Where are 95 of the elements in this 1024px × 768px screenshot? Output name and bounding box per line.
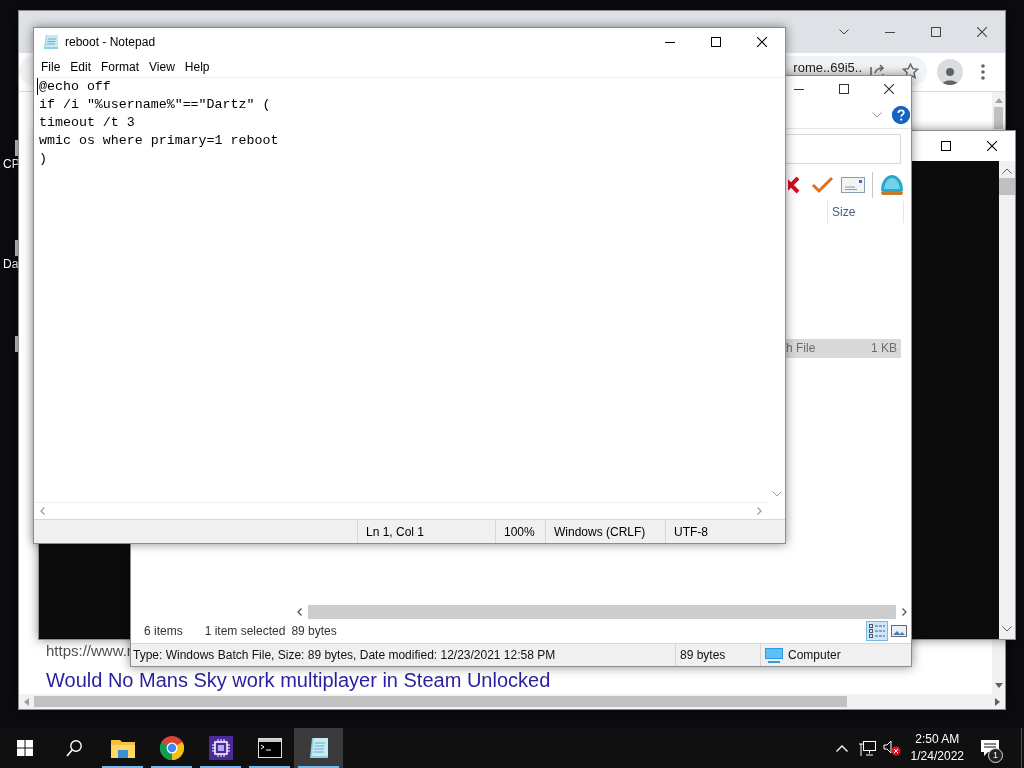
network-icon <box>858 740 876 756</box>
code-line: wmic os where primary=1 reboot <box>39 132 279 150</box>
chevron-right-icon <box>757 507 762 515</box>
chevron-right-icon <box>902 608 907 616</box>
clock-time: 2:50 AM <box>914 731 961 748</box>
shell-icon <box>880 173 904 197</box>
window-title: reboot - Notepad <box>65 35 157 49</box>
notifications-button[interactable]: 1 <box>972 728 1008 768</box>
help-button[interactable] <box>892 106 910 124</box>
chevron-up-icon <box>1002 168 1012 174</box>
browser-icon <box>159 736 184 760</box>
expand-button[interactable] <box>872 112 882 118</box>
close-icon <box>987 141 997 151</box>
list-icon <box>869 624 885 638</box>
text-cursor <box>37 78 38 95</box>
close-icon <box>883 84 894 94</box>
cursor-position: Ln 1, Col 1 <box>366 524 425 539</box>
vertical-scrollbar[interactable] <box>992 92 1005 130</box>
maximize-icon <box>711 37 721 47</box>
details-view-button[interactable] <box>866 621 888 641</box>
zoom-level: 100% <box>504 524 535 539</box>
chevron-left-icon <box>40 507 45 515</box>
chevron-down-icon <box>771 491 782 497</box>
scrollbar-thumb[interactable] <box>34 696 847 707</box>
chevron-down-icon <box>1002 626 1012 632</box>
minimize-icon <box>885 31 895 33</box>
file-size: 1 KB <box>870 340 898 357</box>
maximize-icon <box>838 84 849 94</box>
chevron-down-icon <box>872 112 882 118</box>
person-icon <box>942 67 958 85</box>
selection-size: 89 bytes <box>291 624 337 638</box>
code-line: if /i "%username%"=="Dartz" ( <box>39 96 271 114</box>
selection-count: 1 item selected <box>204 624 286 638</box>
envelope-icon <box>841 177 865 193</box>
vertical-scrollbar[interactable] <box>999 161 1015 639</box>
code-line: timeout /t 3 <box>39 114 135 132</box>
code-line: @echo off <box>39 78 111 96</box>
more-icon <box>981 64 985 80</box>
code-line: ) <box>39 150 47 168</box>
text-area[interactable]: @echo off if /i "%username%"=="Dartz" ( timeout /t 3 wmic os where primary=1 reboot ) <box>34 78 768 168</box>
profile-button[interactable] <box>937 59 963 85</box>
minimize-icon <box>665 41 675 43</box>
horizontal-scrollbar[interactable] <box>34 502 768 519</box>
menu-item[interactable]: Format <box>96 57 145 76</box>
zone-text: Computer <box>788 648 841 662</box>
clock-date: 1/24/2022 <box>910 748 964 765</box>
scroll-down-button[interactable] <box>992 639 1005 694</box>
result-url: https://www.r <box>46 641 132 661</box>
menu-item[interactable]: File <box>36 57 66 76</box>
encoding: UTF-8 <box>674 524 708 539</box>
notification-count: 1 <box>988 748 1003 763</box>
clock[interactable]: 2:50 AM 1/24/2022 <box>910 731 964 765</box>
item-count: 6 items <box>144 624 183 638</box>
picture-view-icon <box>891 625 907 637</box>
close-icon <box>757 37 767 47</box>
minimize-icon <box>793 88 804 90</box>
menu-item[interactable]: Edit <box>65 57 97 76</box>
triangle-left-icon <box>24 697 29 706</box>
address-text: rome..69i5.. <box>793 61 862 74</box>
close-icon <box>977 27 987 37</box>
chevron-down-icon <box>839 29 849 35</box>
windows-icon <box>16 740 33 756</box>
line-ending: Windows (CRLF) <box>554 524 646 539</box>
search-icon <box>65 739 82 757</box>
maximize-icon <box>941 141 951 151</box>
file-row[interactable]: h File 1 KB <box>786 339 901 358</box>
folder-icon <box>110 738 135 758</box>
mail-button[interactable] <box>841 177 865 193</box>
result-link[interactable]: Would No Mans Sky work multiplayer in Steam Unlocked <box>46 666 551 694</box>
chip-icon <box>208 736 233 760</box>
desktop-icon-label: CP <box>3 157 20 171</box>
file-size-text: 89 bytes <box>680 648 726 662</box>
star-icon <box>902 63 919 79</box>
chevron-up-icon <box>836 744 849 752</box>
triangle-right-icon <box>995 697 1000 706</box>
muted-speaker-icon <box>883 740 902 756</box>
taskbar-app-button[interactable] <box>294 728 343 768</box>
chevron-left-icon <box>297 608 302 616</box>
file-details: Type: Windows Batch File, Size: 89 bytes, Date modified: 12/23/2021 12:58 PM <box>132 648 557 662</box>
shell-button[interactable] <box>880 173 904 197</box>
menu-item[interactable]: Help <box>179 57 215 76</box>
triangle-up-icon <box>994 98 1003 103</box>
menu-item[interactable]: View <box>144 57 180 76</box>
scrollbar-thumb[interactable] <box>999 178 1015 195</box>
maximize-icon <box>931 27 941 37</box>
scrollbar-thumb[interactable] <box>994 107 1003 129</box>
triangle-down-icon <box>994 683 1003 688</box>
desktop-icon-label: Da <box>3 257 19 271</box>
file-type: h File <box>786 340 817 357</box>
notepad-icon <box>307 736 330 760</box>
horizontal-scrollbar[interactable] <box>19 694 1005 709</box>
terminal-icon <box>257 738 282 758</box>
notepad-icon <box>43 34 59 50</box>
column-header[interactable]: Size <box>827 201 904 223</box>
monitor-icon <box>765 647 783 663</box>
